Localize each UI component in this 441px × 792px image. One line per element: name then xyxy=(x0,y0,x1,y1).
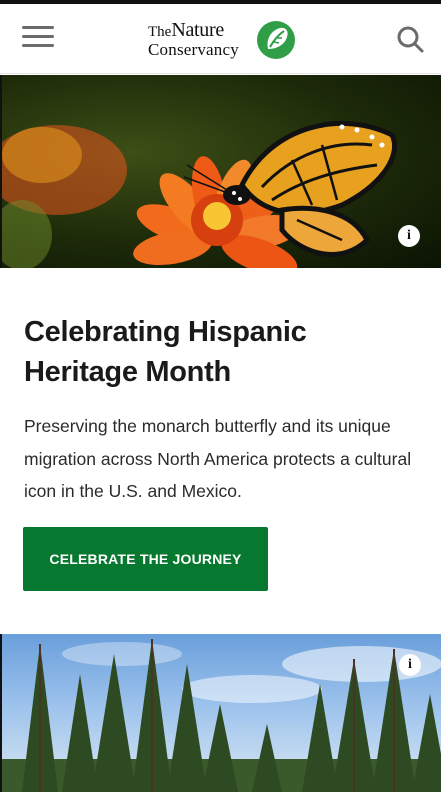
celebrate-the-journey-button[interactable]: CELEBRATE THE JOURNEY xyxy=(23,527,268,591)
feature-description: Preserving the monarch butterfly and its… xyxy=(24,416,412,501)
hamburger-menu-icon[interactable] xyxy=(22,26,54,48)
butterfly-flower-illustration xyxy=(2,120,398,268)
hero-image-pine-forest xyxy=(2,634,441,792)
hero-image-monarch-butterfly xyxy=(2,75,441,268)
logo-wordmark: TheNature Conservancy xyxy=(148,19,239,59)
nature-conservancy-logo[interactable]: TheNature Conservancy xyxy=(148,16,298,66)
forest-illustration xyxy=(2,639,441,792)
leaf-logo-icon xyxy=(257,21,295,59)
image-info-button-2[interactable]: i xyxy=(399,654,421,676)
site-header: TheNature Conservancy xyxy=(0,4,441,74)
feature-title: Celebrating Hispanic Heritage Month xyxy=(24,316,307,388)
search-icon[interactable] xyxy=(395,24,425,54)
image-info-button[interactable]: i xyxy=(398,225,420,247)
